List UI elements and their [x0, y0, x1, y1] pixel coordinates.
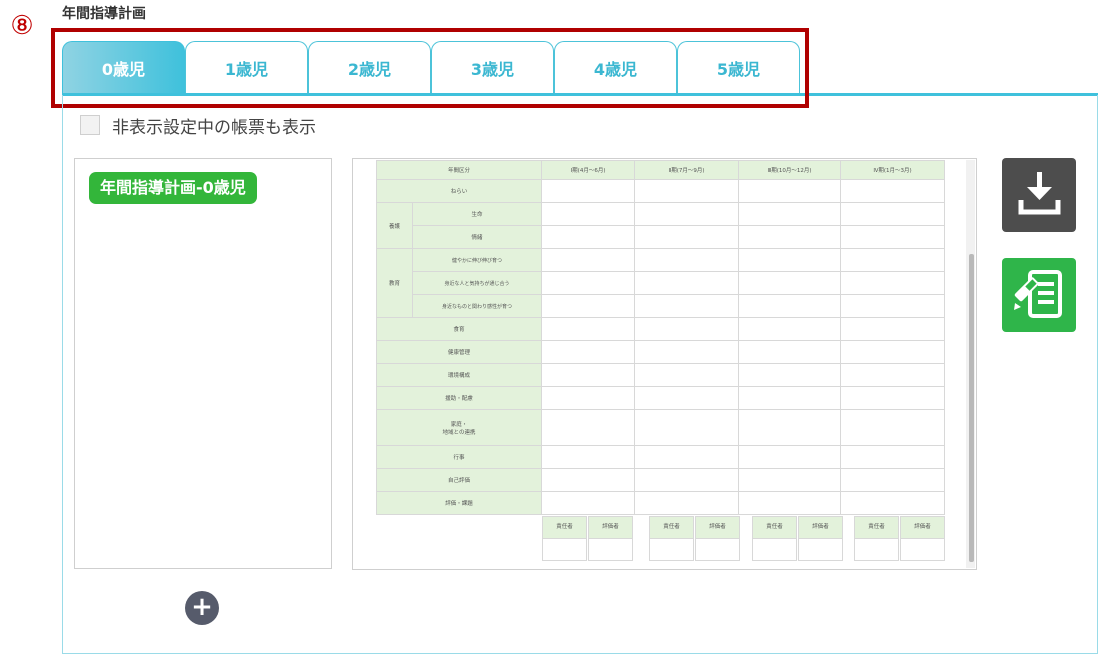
- table-row: 援助・配慮: [375, 386, 946, 410]
- add-document-button[interactable]: +: [185, 591, 219, 625]
- period-header: Ⅱ期(7月～9月): [634, 160, 740, 180]
- responsible-label: 責任者: [854, 516, 899, 539]
- row-label: 行事: [375, 445, 543, 469]
- show-hidden-checkbox[interactable]: [80, 115, 100, 135]
- sign-cell: [752, 538, 797, 561]
- table-row: 身近なものと関わり感性が育つ: [377, 294, 946, 318]
- document-list: 年間指導計画-0歳児: [74, 158, 332, 569]
- row-label: 情緒: [411, 225, 543, 249]
- period-header: Ⅳ期(1月～3月): [840, 160, 946, 180]
- responsible-label: 責任者: [542, 516, 587, 539]
- document-item[interactable]: 年間指導計画-0歳児: [89, 172, 257, 204]
- table-row: 行事: [375, 445, 946, 469]
- period-header: Ⅲ期(10月～12月): [738, 160, 842, 180]
- evaluator-label: 評価者: [695, 516, 740, 539]
- callout-marker: ⑧: [10, 11, 34, 40]
- row-label: 評価・課題: [375, 491, 543, 515]
- sign-cell: [588, 538, 633, 561]
- row-label: 家庭・ 地域との連携: [375, 409, 543, 446]
- sign-cell: [649, 538, 694, 561]
- table-row: 年間区分 Ⅰ期(4月～6月) Ⅱ期(7月～9月) Ⅲ期(10月～12月) Ⅳ期(…: [375, 160, 946, 180]
- table-row: ねらい: [375, 179, 946, 203]
- table-row: 健康管理: [375, 340, 946, 364]
- section-title: 年間指導計画: [62, 6, 146, 22]
- table-row: 身近な人と気持ちが通じ合う: [377, 271, 946, 295]
- row-label: 健やかに伸び伸び育つ: [411, 248, 543, 272]
- table-row: 自己評価: [375, 468, 946, 492]
- row-label-line: 家庭・: [450, 421, 468, 428]
- table-row: 食育: [375, 317, 946, 341]
- edit-note-icon: [1014, 270, 1062, 318]
- evaluator-label: 評価者: [588, 516, 633, 539]
- row-label: 環境構成: [375, 363, 543, 387]
- sign-cell: [695, 538, 740, 561]
- plan-preview-table: 年間区分 Ⅰ期(4月～6月) Ⅱ期(7月～9月) Ⅲ期(10月～12月) Ⅳ期(…: [375, 160, 946, 515]
- table-row: 環境構成: [375, 363, 946, 387]
- row-label: 援助・配慮: [375, 386, 543, 410]
- row-group-label: 教育: [376, 248, 413, 318]
- download-button[interactable]: [1002, 158, 1076, 232]
- edit-document-button[interactable]: [1002, 258, 1076, 332]
- row-label: 身近なものと関わり感性が育つ: [411, 294, 543, 318]
- row-label: 食育: [375, 317, 543, 341]
- show-hidden-row: 非表示設定中の帳票も表示: [80, 114, 316, 138]
- table-row: 教育 健やかに伸び伸び育つ: [376, 248, 946, 318]
- responsible-label: 責任者: [649, 516, 694, 539]
- row-label: 身近な人と気持ちが通じ合う: [411, 271, 543, 295]
- period-header: Ⅰ期(4月～6月): [541, 160, 636, 180]
- sign-cell: [854, 538, 899, 561]
- plus-icon: +: [191, 592, 213, 622]
- sign-cell: [542, 538, 587, 561]
- table-row: 養護 生命: [376, 202, 946, 249]
- evaluator-label: 評価者: [900, 516, 945, 539]
- row-group-label: 養護: [376, 202, 413, 249]
- row-label: 健康管理: [375, 340, 543, 364]
- table-row: 情緒: [377, 225, 946, 249]
- term-header: 年間区分: [375, 160, 543, 180]
- evaluator-label: 評価者: [798, 516, 843, 539]
- table-row: 家庭・ 地域との連携: [375, 409, 946, 446]
- row-label: 生命: [411, 202, 543, 226]
- row-label-line: 地域との連携: [442, 429, 476, 436]
- responsible-label: 責任者: [752, 516, 797, 539]
- preview-scroll-thumb[interactable]: [969, 254, 974, 562]
- sign-cell: [900, 538, 945, 561]
- show-hidden-label: 非表示設定中の帳票も表示: [112, 117, 316, 138]
- download-icon: [1018, 172, 1061, 215]
- table-row: 評価・課題: [375, 491, 946, 515]
- row-label: 自己評価: [375, 468, 543, 492]
- row-label: ねらい: [375, 179, 543, 203]
- sign-cell: [798, 538, 843, 561]
